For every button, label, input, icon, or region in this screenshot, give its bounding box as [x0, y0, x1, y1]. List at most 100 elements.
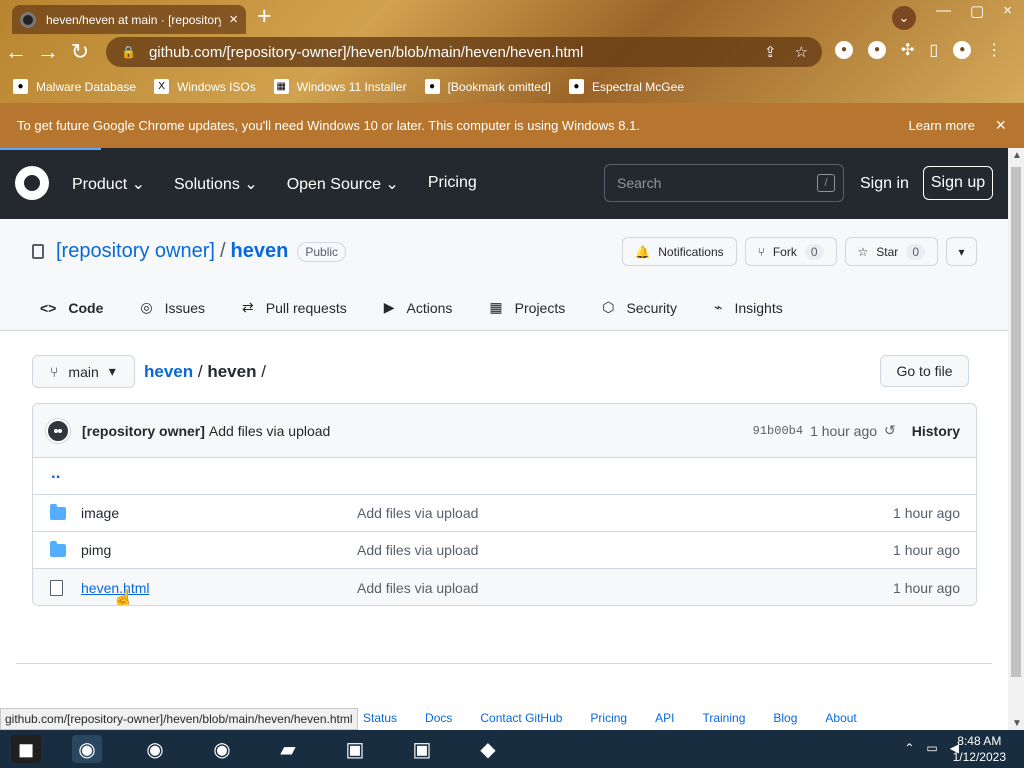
breadcrumb-repository-link[interactable]: heven: [144, 362, 193, 381]
bookmark-windows-isos[interactable]: X Windows ISOs: [154, 79, 256, 94]
footer-link-about[interactable]: About: [825, 711, 856, 725]
file-commit-message-link[interactable]: Add files via upload: [357, 542, 478, 558]
bookmark-icon: ●: [568, 79, 584, 94]
go-to-file-button[interactable]: Go to file: [880, 355, 969, 387]
repository-name-link[interactable]: heven: [231, 240, 289, 263]
tab-security[interactable]: ⬡ Security: [602, 299, 677, 316]
list-item[interactable]: heven.html Add files via upload 1 hour a…: [33, 569, 976, 605]
footer-link-blog[interactable]: Blog: [773, 711, 797, 725]
footer-link-training[interactable]: Training: [702, 711, 745, 725]
file-commit-message-link[interactable]: Add files via upload: [357, 505, 478, 521]
active-browser-tab[interactable]: heven/heven at main · [repository owner]…: [12, 5, 246, 34]
fork-button[interactable]: ⑂ Fork 0: [744, 237, 837, 266]
tab-search-icon[interactable]: ⌄: [892, 6, 916, 30]
list-item[interactable]: pimg Add files via upload 1 hour ago: [33, 532, 976, 569]
tab-insights[interactable]: ⌁ Insights: [714, 299, 783, 316]
learn-more-link[interactable]: Learn more: [909, 118, 975, 133]
scroll-down-icon[interactable]: ▼: [1012, 718, 1022, 729]
close-window-icon[interactable]: ×: [1003, 2, 1012, 20]
tab-projects[interactable]: ▦ Projects: [489, 299, 565, 316]
file-name-link[interactable]: image: [81, 505, 119, 521]
new-tab-icon[interactable]: +: [257, 4, 272, 29]
sign-in-link[interactable]: Sign in: [860, 175, 909, 193]
firefox-taskbar-icon[interactable]: ◉: [140, 735, 170, 763]
minimize-icon[interactable]: —: [936, 2, 951, 20]
avatar[interactable]: [46, 418, 70, 443]
nav-product[interactable]: Product ⌄: [72, 174, 145, 194]
file-age: 1 hour ago: [893, 579, 960, 596]
github-search-input[interactable]: Search /: [604, 164, 844, 202]
tab-label: Pull requests: [265, 299, 347, 316]
reload-icon[interactable]: ↻: [64, 39, 96, 65]
bookmark-espectral-mcgee[interactable]: ● Espectral McGee: [568, 79, 684, 94]
share-icon[interactable]: ⇪: [764, 43, 777, 61]
start-icon[interactable]: ◼: [11, 735, 41, 763]
profile-extension-icon[interactable]: ●: [868, 41, 886, 59]
back-icon[interactable]: ←: [0, 39, 32, 65]
close-tab-icon[interactable]: ×: [229, 11, 238, 28]
github-logo-icon[interactable]: [15, 166, 49, 200]
sign-up-button[interactable]: Sign up: [923, 166, 993, 200]
bell-icon: 🔔: [635, 244, 651, 259]
extension-icon[interactable]: ●: [835, 41, 853, 59]
footer-link-api[interactable]: API: [655, 711, 674, 725]
taskbar-clock[interactable]: 8:48 AM 1/12/2023: [953, 733, 1006, 765]
file-name-link[interactable]: pimg: [81, 542, 111, 558]
commit-author-link[interactable]: [repository owner]: [82, 423, 205, 439]
tab-code[interactable]: <> Code: [31, 299, 112, 341]
footer-link-status[interactable]: Status: [363, 711, 397, 725]
program-taskbar-icon[interactable]: ▣: [407, 735, 437, 763]
issues-icon: ◎: [140, 299, 153, 315]
profile-icon[interactable]: ●: [953, 41, 972, 59]
address-url[interactable]: github.com/[repository-owner]/heven/blob…: [149, 44, 583, 61]
bookmark-malware-database[interactable]: ● Malware Database: [13, 79, 136, 94]
tab-pull-requests[interactable]: ⇄ Pull requests: [242, 299, 347, 316]
chevron-down-icon: ▾: [958, 244, 965, 259]
commit-hash-link[interactable]: 91b00b4: [753, 424, 803, 438]
show-hidden-icons-icon[interactable]: ⌃: [904, 741, 914, 755]
restore-icon[interactable]: ▢: [970, 2, 984, 20]
sidebar-icon[interactable]: ▯: [929, 40, 938, 60]
tab-actions[interactable]: ▶ Actions: [384, 299, 453, 316]
forward-icon[interactable]: →: [32, 39, 64, 65]
bookmark-star-icon[interactable]: ☆: [795, 43, 808, 61]
nav-solutions[interactable]: Solutions ⌄: [174, 174, 258, 194]
program-taskbar-icon[interactable]: ▣: [340, 735, 370, 763]
scroll-up-icon[interactable]: ▲: [1012, 150, 1022, 161]
footer-link-docs[interactable]: Docs: [425, 711, 452, 725]
close-notice-icon[interactable]: ×: [995, 115, 1006, 136]
footer-link-pricing[interactable]: Pricing: [590, 711, 627, 725]
file-commit-message-link[interactable]: Add files via upload: [357, 580, 478, 596]
windows-taskbar: ◼ ◉ ◉ ◉ ▰ ▣ ▣ ◆ ⌃ ▭ ◀ 8:48 AM 1/12/2023: [0, 730, 1024, 768]
history-link[interactable]: History: [912, 423, 960, 439]
repository-owner-link[interactable]: [repository owner]: [56, 240, 215, 263]
chrome-taskbar-icon[interactable]: ◉: [72, 735, 102, 763]
page-scrollbar[interactable]: ▲ ▼: [1008, 148, 1024, 731]
bookmark-omitted[interactable]: ● [Bookmark omitted]: [424, 79, 551, 94]
network-icon[interactable]: ▭: [926, 741, 937, 755]
puzzle-icon[interactable]: ✣: [901, 40, 914, 60]
application-taskbar-icon[interactable]: ◉: [207, 735, 237, 763]
list-item[interactable]: image Add files via upload 1 hour ago: [33, 495, 976, 532]
nav-open-source[interactable]: Open Source ⌄: [287, 174, 399, 194]
lock-icon[interactable]: 🔒: [121, 45, 136, 59]
folder-icon: [50, 540, 66, 557]
application-taskbar-icon[interactable]: ◆: [473, 735, 503, 763]
star-label: Star: [876, 244, 899, 259]
notice-text: To get future Google Chrome updates, you…: [17, 118, 640, 133]
star-options-button[interactable]: ▾: [946, 237, 977, 266]
menu-icon[interactable]: ⋮: [986, 40, 1002, 60]
footer-link-contact-github[interactable]: Contact GitHub: [480, 711, 562, 725]
tab-issues[interactable]: ◎ Issues: [140, 299, 205, 316]
nav-pricing[interactable]: Pricing: [428, 174, 477, 194]
address-bar[interactable]: 🔒 github.com/[repository-owner]/heven/bl…: [106, 37, 822, 67]
star-button[interactable]: ☆ Star 0: [844, 237, 938, 266]
scrollbar-thumb[interactable]: [1011, 167, 1021, 677]
image-icon: ▦: [273, 79, 289, 94]
notifications-button[interactable]: 🔔 Notifications: [622, 237, 737, 266]
commit-message-link[interactable]: Add files via upload: [209, 423, 330, 439]
parent-directory-link[interactable]: ..: [33, 458, 976, 495]
branch-selector[interactable]: ⑂ main ▾: [32, 355, 135, 388]
bookmark-windows-11-installer[interactable]: ▦ Windows 11 Installer: [273, 79, 407, 94]
folder-taskbar-icon[interactable]: ▰: [273, 735, 303, 763]
